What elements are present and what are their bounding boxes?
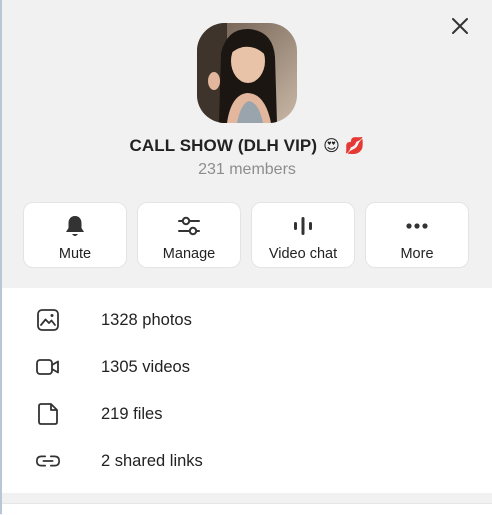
video-icon [36,359,59,375]
files-row[interactable]: 219 files [2,391,492,437]
member-count: 231 members [198,161,296,178]
files-count: 219 files [101,404,163,423]
group-name: CALL SHOW (DLH VIP) [129,136,318,155]
bell-icon [66,216,84,236]
videos-count: 1305 videos [101,357,190,376]
more-label: More [400,246,434,262]
group-title: CALL SHOW (DLH VIP) 😍 💋 [2,134,492,158]
photos-row[interactable]: 1328 photos [2,297,492,343]
close-button[interactable] [446,12,474,40]
video-chat-label: Video chat [268,246,338,262]
group-avatar[interactable] [197,23,297,123]
mute-label: Mute [58,246,92,262]
next-section-edge [2,503,492,515]
group-info-panel: CALL SHOW (DLH VIP) 😍 💋 231 members Mute [2,0,492,515]
video-chat-button[interactable]: Video chat [251,202,355,268]
mute-button[interactable]: Mute [23,202,127,268]
title-emoji: 😍 💋 [323,138,365,155]
links-count: 2 shared links [101,451,203,470]
file-icon [38,403,58,425]
sliders-icon [178,216,200,236]
photo-icon [37,309,59,331]
action-buttons: Mute Manage Video chat More [23,202,471,268]
links-row[interactable]: 2 shared links [2,438,492,484]
more-button[interactable]: More [365,202,469,268]
link-icon [36,455,60,467]
shared-media-list: 1328 photos 1305 videos 219 files 2 shar… [2,288,492,493]
manage-label: Manage [162,246,216,262]
videos-row[interactable]: 1305 videos [2,344,492,390]
photos-count: 1328 photos [101,310,192,329]
close-icon [452,18,468,34]
avatar-photo [197,23,297,123]
voice-bars-icon [294,217,312,235]
manage-button[interactable]: Manage [137,202,241,268]
dots-icon [406,223,428,229]
